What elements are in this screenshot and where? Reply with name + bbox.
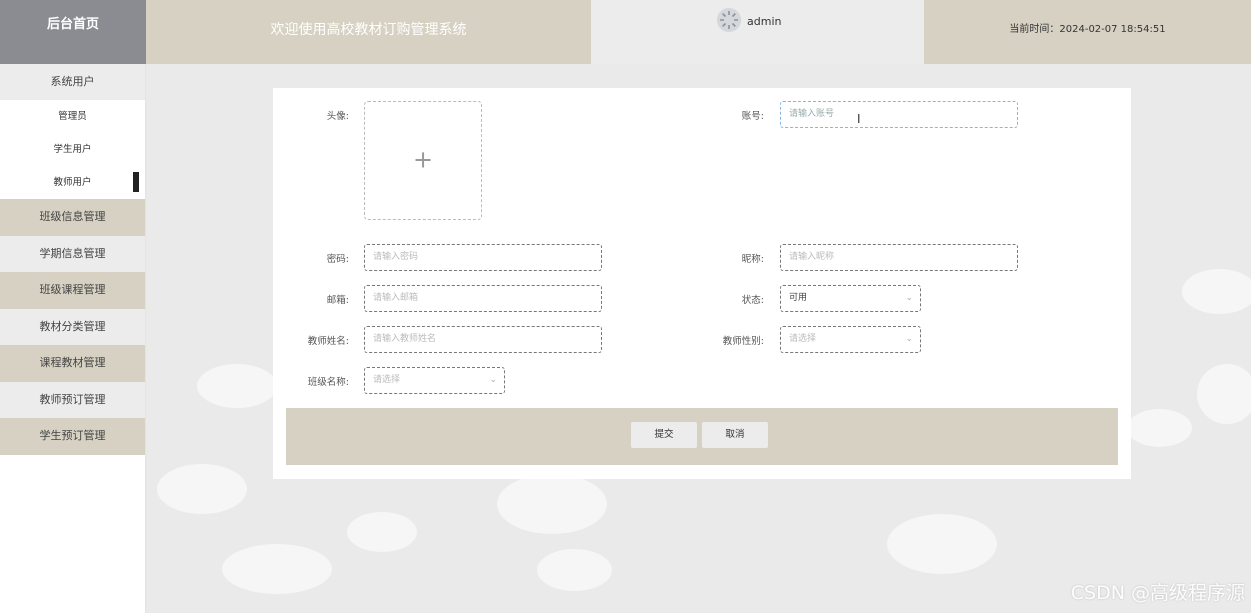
menu-item-course-textbook[interactable]: 课程教材管理 <box>0 345 145 382</box>
chevron-down-icon: ⌄ <box>905 293 913 303</box>
class-name-placeholder: 请选择 <box>373 375 401 385</box>
sub-item-student-users[interactable]: 学生用户 <box>0 133 145 166</box>
menu-item-student-order[interactable]: 学生预订管理 <box>0 418 145 455</box>
menu-group-system-users[interactable]: 系统用户 <box>0 64 145 100</box>
background-bubble <box>222 544 332 594</box>
menu-item-class-course[interactable]: 班级课程管理 <box>0 272 145 309</box>
sidebar: 系统用户 管理员 学生用户 教师用户 班级信息管理 学期信息管理 班级课程管理 … <box>0 64 146 613</box>
account-input[interactable]: 请输入账号 <box>780 101 1018 128</box>
teacher-name-input[interactable]: 请输入教师姓名 <box>364 326 602 353</box>
status-select[interactable]: 可用 ⌄ <box>780 285 921 312</box>
menu-item-class-info[interactable]: 班级信息管理 <box>0 199 145 236</box>
form-actions-bar: 提交 取消 <box>286 408 1118 465</box>
menu-item-semester-info[interactable]: 学期信息管理 <box>0 235 145 272</box>
chevron-down-icon: ⌄ <box>489 375 497 385</box>
background-bubble <box>497 474 607 534</box>
background-bubble <box>1182 269 1251 314</box>
sub-item-label: 教师用户 <box>53 177 92 188</box>
status-value: 可用 <box>789 293 808 303</box>
username[interactable]: admin <box>747 15 781 28</box>
background-bubble <box>157 464 247 514</box>
avatar-upload[interactable]: + <box>364 101 482 220</box>
chevron-down-icon: ⌄ <box>905 334 913 344</box>
menu-item-teacher-order[interactable]: 教师预订管理 <box>0 381 145 418</box>
plus-icon: + <box>412 145 434 174</box>
email-input[interactable]: 请输入邮箱 <box>364 285 602 312</box>
app-title: 欢迎使用高校教材订购管理系统 <box>146 0 591 64</box>
background-bubble <box>887 514 997 574</box>
class-name-select[interactable]: 请选择 ⌄ <box>364 367 505 394</box>
email-label: 邮箱: <box>326 295 349 306</box>
background-bubble <box>537 549 612 591</box>
class-name-label: 班级名称: <box>307 377 349 388</box>
background-bubble <box>197 364 277 408</box>
nickname-input[interactable]: 请输入昵称 <box>780 244 1018 271</box>
user-avatar-icon[interactable] <box>717 8 741 32</box>
password-input[interactable]: 请输入密码 <box>364 244 602 271</box>
status-label: 状态: <box>741 295 764 306</box>
current-time: 当前时间：2024-02-07 18:54:51 <box>924 0 1251 64</box>
nickname-label: 昵称: <box>741 254 764 265</box>
avatar-label: 头像: <box>326 111 349 122</box>
home-link[interactable]: 后台首页 <box>0 0 146 64</box>
sub-item-admin[interactable]: 管理员 <box>0 100 145 133</box>
cancel-button[interactable]: 取消 <box>702 422 768 448</box>
sub-item-teacher-users[interactable]: 教师用户 <box>0 166 145 199</box>
user-area: admin <box>591 0 924 64</box>
menu-item-textbook-category[interactable]: 教材分类管理 <box>0 308 145 345</box>
teacher-name-label: 教师姓名: <box>307 336 349 347</box>
teacher-gender-label: 教师性别: <box>722 336 764 347</box>
text-cursor-icon: I <box>857 112 861 126</box>
password-label: 密码: <box>326 254 349 265</box>
top-header: 后台首页 欢迎使用高校教材订购管理系统 admin 当前时间：2024-02-0… <box>0 0 1251 64</box>
background-bubble <box>347 512 417 552</box>
teacher-gender-placeholder: 请选择 <box>789 334 817 344</box>
teacher-gender-select[interactable]: 请选择 ⌄ <box>780 326 921 353</box>
account-label: 账号: <box>741 111 764 122</box>
csdn-watermark: CSDN @高级程序源 <box>1070 582 1245 604</box>
submit-button[interactable]: 提交 <box>631 422 697 448</box>
background-bubble <box>1127 409 1192 447</box>
active-indicator <box>133 172 139 192</box>
background-bubble <box>1197 364 1251 424</box>
